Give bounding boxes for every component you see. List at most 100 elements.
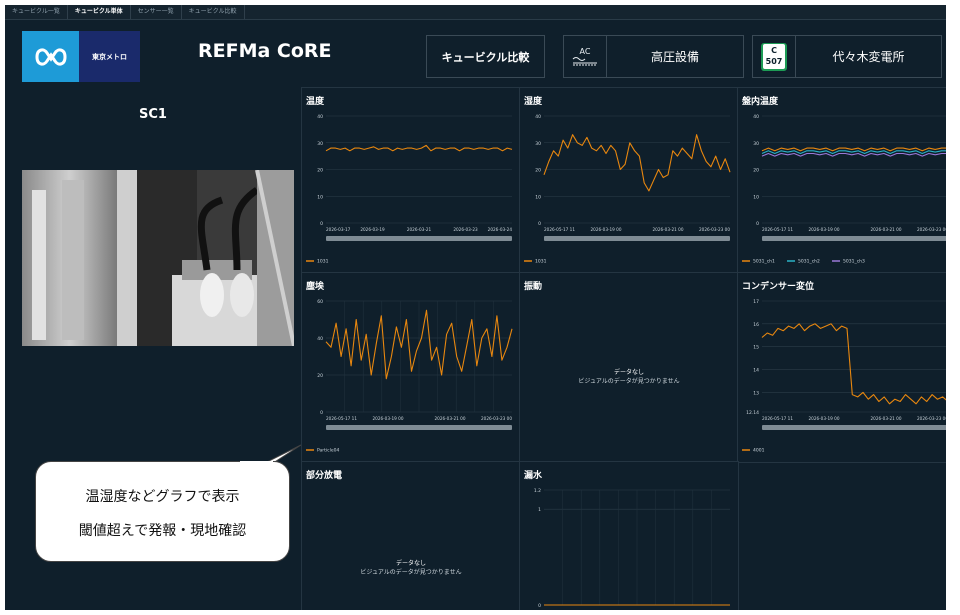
y-tick-label: 40 <box>317 336 323 342</box>
ac-icon-label: AC <box>579 46 591 56</box>
legend-label: 1031 <box>317 259 329 265</box>
x-tick-label: 2026-03-21 <box>407 227 432 232</box>
y-tick-label: 10 <box>753 194 759 200</box>
chart-title: 振動 <box>524 282 543 292</box>
time-range-scrollbar <box>326 236 512 241</box>
x-tick-label: 2026-03-19 00 <box>591 227 622 232</box>
x-tick-label: 2026-05-17 11 <box>326 416 357 421</box>
x-tick-label: 2026-03-19 00 <box>373 416 404 421</box>
x-tick-label: 2026-03-21 00 <box>871 227 902 232</box>
time-range-scrollbar <box>762 236 946 241</box>
series-line <box>761 152 946 157</box>
x-tick-label: 2026-05-17 11 <box>762 227 793 232</box>
high-voltage-equipment-button[interactable]: AC 高圧設備 <box>563 35 744 78</box>
legend-label: 1031 <box>535 259 547 265</box>
x-tick-label: 2026-03-19 00 <box>809 416 840 421</box>
x-tick-label: 2026-03-17 <box>326 227 351 232</box>
callout-tail-join <box>240 461 273 464</box>
legend-label: 5031_ch3 <box>843 259 865 265</box>
chart-svg: 0 10 20 30 40 2026-05-17 11 2026-03-19 00 2026-… <box>742 114 946 265</box>
no-data-subtitle: ビジュアルのデータが見つかりません <box>360 569 462 576</box>
no-data-message: データなしビジュアルのデータが見つかりません <box>302 559 520 577</box>
metro-logo-icon <box>22 31 79 82</box>
chart-panel-dust[interactable]: 塵埃 0 20 40 60 2026-05-17 11 2026-03-19 00 2026-… <box>301 272 521 463</box>
chart-panel-panel-temperature[interactable]: 盤内温度 0 10 20 30 40 2026-05-17 11 2026-03-19 00 2… <box>737 87 946 274</box>
time-range-scrollbar <box>326 425 512 430</box>
x-tick-label: 2026-05-17 11 <box>544 227 575 232</box>
x-tick-label: 2026-03-23 <box>453 227 478 232</box>
chart-svg: 0 10 20 30 40 2026-05-17 11 2026-03-19 00 2026-… <box>524 114 731 265</box>
series-line <box>761 323 946 405</box>
y-tick-label: 1.2 <box>534 488 541 494</box>
brand-name: 東京メトロ <box>79 31 140 82</box>
chart-panel-vibration[interactable]: 振動データなしビジュアルのデータが見つかりません <box>519 272 739 463</box>
unit-label: SC1 <box>139 107 167 122</box>
x-tick-label: 2026-03-23 00 <box>917 227 946 232</box>
time-range-scrollbar <box>762 425 946 430</box>
chart-panel-partial-discharge[interactable]: 部分放電データなしビジュアルのデータが見つかりません <box>301 461 521 610</box>
no-data-title: データなし <box>613 369 644 376</box>
badge-number: 507 <box>765 57 783 66</box>
tab-sensor-list[interactable]: センサー一覧 <box>131 5 182 19</box>
y-tick-label: 10 <box>317 194 323 200</box>
ac-icon: AC <box>564 36 607 77</box>
x-tick-label: 2026-03-21 00 <box>871 416 902 421</box>
tab-bar: キュービクル一覧 キュービクル単体 センサー一覧 キュービクル比較 <box>5 5 946 20</box>
x-tick-label: 2026-03-21 00 <box>435 416 466 421</box>
y-tick-label: 20 <box>535 168 541 174</box>
chart-svg: 0 20 40 60 2026-05-17 11 2026-03-19 00 2026-03… <box>306 299 513 454</box>
series-line <box>543 134 731 192</box>
legend-label: Particle04 <box>317 448 339 454</box>
tab-cubicle-single[interactable]: キュービクル単体 <box>68 5 131 19</box>
x-tick-label: 2026-03-19 00 <box>809 227 840 232</box>
substation-label: 代々木変電所 <box>832 50 905 64</box>
series-line <box>761 147 946 152</box>
chart-svg: 011.2 <box>534 488 730 609</box>
chart-panel-water-leak[interactable]: 漏水 0 1 1.2 <box>519 461 739 610</box>
legend-label: 5031_ch2 <box>798 259 820 265</box>
no-data-message: データなしビジュアルのデータが見つかりません <box>520 368 738 386</box>
y-tick-label: 13 <box>753 390 759 396</box>
legend-label: 4001 <box>753 448 765 454</box>
y-tick-label: 30 <box>535 141 541 147</box>
no-data-title: データなし <box>395 560 426 567</box>
chart-panel-temperature[interactable]: 温度 0 10 20 30 40 2026-03-17 2026-03-19 2026-03-2… <box>301 87 521 274</box>
x-tick-label: 2026-03-23 00 <box>917 416 946 421</box>
tab-cubicle-list[interactable]: キュービクル一覧 <box>5 5 68 19</box>
y-tick-label: 40 <box>317 114 323 120</box>
cubicle-compare-button[interactable]: キュービクル比較 <box>426 35 545 78</box>
y-tick-label: 10 <box>535 194 541 200</box>
y-tick-label: 12.14 <box>746 410 759 416</box>
no-data-subtitle: ビジュアルのデータが見つかりません <box>578 378 680 385</box>
y-tick-label: 0 <box>538 603 541 609</box>
chart-title: 部分放電 <box>306 471 343 481</box>
badge-letter: C <box>771 46 777 55</box>
high-voltage-label: 高圧設備 <box>650 50 699 64</box>
y-tick-label: 40 <box>535 114 541 120</box>
x-tick-label: 2026-03-23 00 <box>699 227 730 232</box>
header: 東京メトロ REFMa CoRE キュービクル比較 AC 高圧設備 C 507 <box>5 20 946 87</box>
y-tick-label: 20 <box>317 373 323 379</box>
y-tick-label: 20 <box>317 168 323 174</box>
y-tick-label: 40 <box>753 114 759 120</box>
y-tick-label: 0 <box>538 221 541 227</box>
x-tick-label: 2026-03-23 00 <box>481 416 512 421</box>
y-tick-label: 1 <box>538 507 541 513</box>
chart-svg: 12.14 13 14 15 16 17 2026-05-17 11 2026-03-19 0… <box>742 299 946 454</box>
brand-logo: 東京メトロ <box>22 31 140 82</box>
chart-svg: 0 10 20 30 40 2026-03-17 2026-03-19 2026-03-21 2… <box>306 114 512 265</box>
x-tick-label: 2026-03-19 <box>360 227 385 232</box>
legend-label: 5031_ch1 <box>753 259 775 265</box>
y-tick-label: 14 <box>753 368 759 374</box>
app-window: キュービクル一覧 キュービクル単体 センサー一覧 キュービクル比較 東京メトロ … <box>5 5 946 610</box>
substation-button[interactable]: C 507 代々木変電所 <box>752 35 942 78</box>
y-tick-label: 30 <box>317 141 323 147</box>
chart-panel-humidity[interactable]: 湿度 0 10 20 30 40 2026-05-17 11 2026-03-19 00 202… <box>519 87 739 274</box>
y-tick-label: 0 <box>756 221 759 227</box>
cubicle-camera-photo <box>22 170 294 346</box>
y-tick-label: 16 <box>753 322 759 328</box>
app-title: REFMa CoRE <box>198 40 332 62</box>
x-tick-label: 2026-05-17 11 <box>762 416 793 421</box>
tab-cubicle-compare[interactable]: キュービクル比較 <box>182 5 245 19</box>
chart-panel-capacitor-displacement[interactable]: コンデンサー変位 12.14 13 14 15 16 17 2026-05-17 11 2026… <box>737 272 946 463</box>
